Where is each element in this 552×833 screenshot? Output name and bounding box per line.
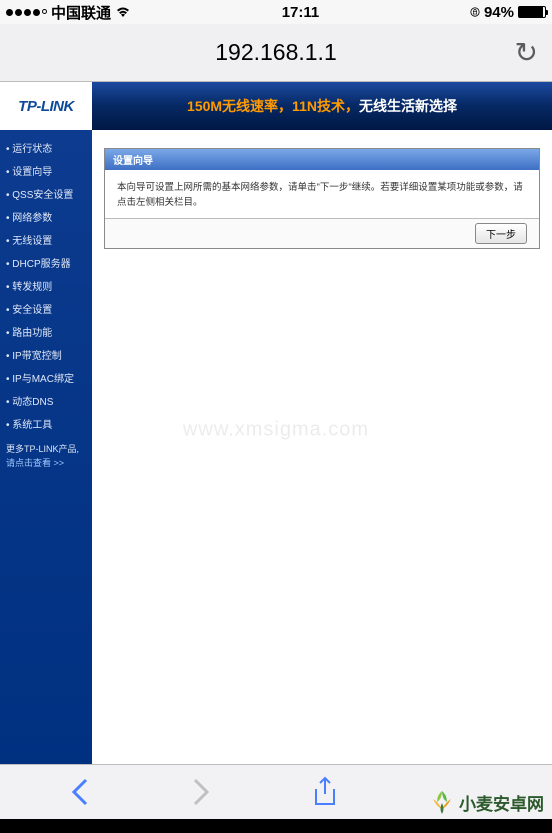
sidebar-item-network[interactable]: 网络参数: [0, 205, 92, 228]
content-area: 设置向导 本向导可设置上网所需的基本网络参数，请单击"下一步"继续。若要详细设置…: [92, 130, 552, 778]
sidebar-item-routing[interactable]: 路由功能: [0, 320, 92, 343]
banner-slogan: 150M无线速率，11N技术，无线生活新选择: [92, 96, 552, 116]
forward-icon[interactable]: [192, 777, 210, 807]
sidebar-item-qss[interactable]: QSS安全设置: [0, 182, 92, 205]
sidebar-item-forward[interactable]: 转发规则: [0, 274, 92, 297]
sidebar-item-status[interactable]: 运行状态: [0, 136, 92, 159]
header-banner: TP-LINK 150M无线速率，11N技术，无线生活新选择: [0, 82, 552, 130]
sidebar-item-wireless[interactable]: 无线设置: [0, 228, 92, 251]
status-left: 中国联通: [6, 2, 131, 23]
share-icon[interactable]: [312, 776, 338, 808]
url-text: 192.168.1.1: [215, 39, 337, 66]
banner-white-text: 无线生活新选择: [359, 98, 457, 114]
signal-strength-icon: [6, 9, 47, 16]
wizard-footer: 下一步: [105, 218, 539, 248]
wifi-icon: [115, 6, 131, 18]
sidebar-promo: 更多TP-LINK产品, 请点击查看 >>: [0, 435, 92, 478]
wizard-description: 本向导可设置上网所需的基本网络参数，请单击"下一步"继续。若要详细设置某项功能或…: [105, 170, 539, 218]
promo-link[interactable]: 请点击查看 >>: [6, 457, 86, 471]
promo-line1: 更多TP-LINK产品,: [6, 443, 86, 457]
browser-url-bar[interactable]: 192.168.1.1 ↻: [0, 24, 552, 82]
leaf-logo-icon: [429, 789, 455, 815]
wizard-panel: 设置向导 本向导可设置上网所需的基本网络参数，请单击"下一步"继续。若要详细设置…: [104, 148, 540, 249]
battery-icon: [518, 6, 546, 18]
corner-watermark: 小麦安卓网: [429, 789, 544, 815]
next-button[interactable]: 下一步: [475, 223, 527, 244]
sidebar-item-system[interactable]: 系统工具: [0, 412, 92, 435]
status-right: 94%: [470, 4, 546, 21]
sidebar-item-bandwidth[interactable]: IP带宽控制: [0, 343, 92, 366]
sidebar-item-security[interactable]: 安全设置: [0, 297, 92, 320]
battery-pct-label: 94%: [484, 4, 514, 21]
rotation-lock-icon: [470, 6, 480, 18]
sidebar-item-dhcp[interactable]: DHCP服务器: [0, 251, 92, 274]
wizard-title: 设置向导: [105, 149, 539, 170]
reload-icon[interactable]: ↻: [515, 36, 538, 69]
carrier-label: 中国联通: [51, 2, 111, 23]
sidebar-nav: 运行状态 设置向导 QSS安全设置 网络参数 无线设置 DHCP服务器 转发规则…: [0, 130, 92, 778]
ios-status-bar: 中国联通 17:11 94%: [0, 0, 552, 24]
sidebar-item-ddns[interactable]: 动态DNS: [0, 389, 92, 412]
tplink-logo: TP-LINK: [0, 82, 92, 130]
back-icon[interactable]: [71, 777, 89, 807]
banner-orange-text: 150M无线速率，11N技术，: [187, 98, 359, 114]
corner-watermark-text: 小麦安卓网: [459, 790, 544, 815]
bottom-black-edge: [0, 819, 552, 833]
sidebar-item-wizard[interactable]: 设置向导: [0, 159, 92, 182]
sidebar-item-ipmac[interactable]: IP与MAC绑定: [0, 366, 92, 389]
router-admin-page: TP-LINK 150M无线速率，11N技术，无线生活新选择 运行状态 设置向导…: [0, 82, 552, 778]
clock-label: 17:11: [282, 4, 320, 21]
